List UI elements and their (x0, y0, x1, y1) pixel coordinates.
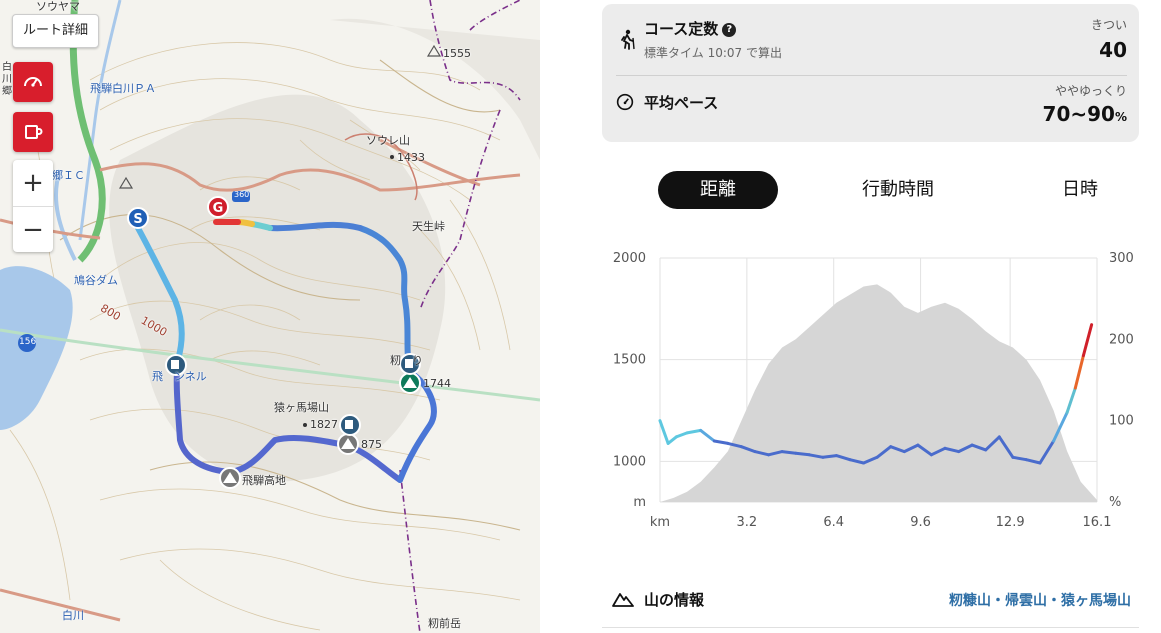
zoom-out-button[interactable]: − (13, 206, 53, 252)
route-detail-button[interactable]: ルート詳細 (12, 14, 100, 48)
app-root: S G ソウヤマ 飛騨白川ＰＡ 郷ＩＣ 鳩谷ダム ソウレ山 1433 天生峠 1… (0, 0, 1161, 633)
elevation-pace-chart[interactable]: 2000 1500 1000 300 200 100 3.2 6.4 9.6 12.9 16.1 km… (600, 240, 1145, 540)
map-label-ic: 郷ＩＣ (52, 169, 85, 182)
pace-layer-button[interactable] (13, 62, 53, 102)
svg-text:S: S (133, 212, 142, 227)
map-label-hida-kochi: 飛騨高地 (242, 474, 286, 487)
difficulty-caption: きつい (1090, 18, 1127, 32)
map-canvas[interactable]: S G (0, 0, 540, 633)
mountain-list-link[interactable]: 籾糠山・帰雲山・猿ヶ馬場山 (949, 590, 1131, 610)
map-label-soyu: ソウレ山 (366, 134, 410, 147)
course-constant-title: コース定数? (644, 18, 737, 39)
pace-segment (699, 428, 716, 443)
mountain-info-row[interactable]: 山の情報 籾糠山・帰雲山・猿ヶ馬場山 (610, 585, 1135, 613)
map-label-dam: 鳩谷ダム (74, 274, 118, 287)
map-label-875: 875 (361, 438, 382, 451)
tab-action-time[interactable]: 行動時間 (838, 171, 958, 209)
pace-segment (821, 454, 838, 459)
zoom-in-button[interactable]: + (13, 160, 53, 206)
x-tick-label: 9.6 (910, 515, 931, 530)
pace-unit: % (1114, 110, 1127, 124)
pace-segment (685, 428, 703, 435)
average-pace-title: 平均ペース (644, 94, 719, 112)
map-label-pa: 飛騨白川ＰＡ (90, 82, 156, 95)
summit-marker-1744 (399, 372, 421, 394)
cup-icon (25, 125, 43, 139)
x-tick-label: 3.2 (737, 515, 758, 530)
left-tick-label: 2000 (613, 251, 646, 266)
average-pace-row: 平均ペース ややゆっくり 70~90% (616, 82, 1127, 138)
x-tick-label: 6.4 (823, 515, 844, 530)
left-unit-label: m (633, 495, 646, 510)
speedometer-icon (24, 77, 42, 87)
rest-layer-button[interactable] (13, 112, 53, 152)
speedometer-icon (616, 93, 634, 111)
left-tick-label: 1000 (613, 454, 646, 469)
right-tick-label: 100 (1109, 414, 1134, 429)
standard-time-note: 標準タイム 10:07 で算出 (644, 46, 782, 60)
panel-divider (616, 75, 1127, 76)
pace-segment (1065, 386, 1077, 414)
mountain-info-title: 山の情報 (644, 591, 705, 609)
zoom-control: + − (13, 160, 53, 252)
map-label-1555: 1555 (443, 47, 471, 60)
route-map[interactable]: S G ソウヤマ 飛騨白川ＰＡ 郷ＩＣ 鳩谷ダム ソウレ山 1433 天生峠 1… (0, 0, 540, 633)
map-label-tenseitoge: 天生峠 (412, 220, 445, 233)
pace-segment (1073, 354, 1085, 390)
pace-segment (674, 431, 689, 439)
pace-segment (658, 419, 670, 445)
course-summary-panel: コース定数? 標準タイム 10:07 で算出 きつい 40 平均ペース ややゆっ… (602, 4, 1139, 142)
x-tick-label: 12.9 (996, 515, 1025, 530)
pace-segment (666, 435, 678, 445)
pace-value: 70~90% (1043, 102, 1127, 126)
map-label-soyu-elev: 1433 (397, 151, 425, 164)
tab-distance[interactable]: 距離 (658, 171, 778, 209)
map-label-360: 360 (234, 190, 250, 199)
map-label-156: 156 (19, 337, 37, 347)
pace-caption: ややゆっくり (1054, 84, 1127, 98)
map-label-sarugababa: 猿ヶ馬場山 (274, 401, 329, 414)
pace-segment (712, 439, 730, 445)
course-constant-value: 40 (1099, 38, 1127, 62)
pace-segment (780, 450, 798, 455)
right-tick-label: 200 (1109, 332, 1134, 347)
pace-segment (1081, 323, 1094, 358)
tab-date-time[interactable]: 日時 (1030, 171, 1130, 209)
map-label-kamimae: 籾前岳 (428, 617, 461, 630)
map-label-1744: 1744 (423, 377, 451, 390)
mountain-icon (612, 593, 634, 607)
map-label-momoka: 籾 り (390, 354, 423, 367)
help-icon[interactable]: ? (722, 23, 737, 37)
map-label-top: ソウヤマ (36, 0, 80, 13)
hiker-icon (621, 29, 635, 50)
bottom-divider (602, 627, 1139, 628)
map-label-1827: 1827 (310, 418, 338, 431)
right-unit-label: % (1109, 495, 1121, 510)
svg-text:G: G (213, 201, 224, 216)
pace-segment (794, 451, 811, 457)
course-constant-label: コース定数 (644, 20, 719, 38)
elevation-area (660, 284, 1097, 502)
elevation-area-path (660, 284, 1097, 502)
course-constant-row: コース定数? 標準タイム 10:07 で算出 きつい 40 (616, 14, 1127, 74)
map-label-shirakawa: 白川 (62, 609, 84, 622)
right-tick-label: 300 (1109, 251, 1134, 266)
map-label-tunnel: 飛 ンネル (152, 370, 207, 383)
pace-range: 70~90 (1042, 102, 1115, 126)
left-tick-label: 1500 (613, 353, 646, 368)
x-tick-label: 16.1 (1083, 515, 1112, 530)
x-unit-label: km (650, 515, 670, 530)
